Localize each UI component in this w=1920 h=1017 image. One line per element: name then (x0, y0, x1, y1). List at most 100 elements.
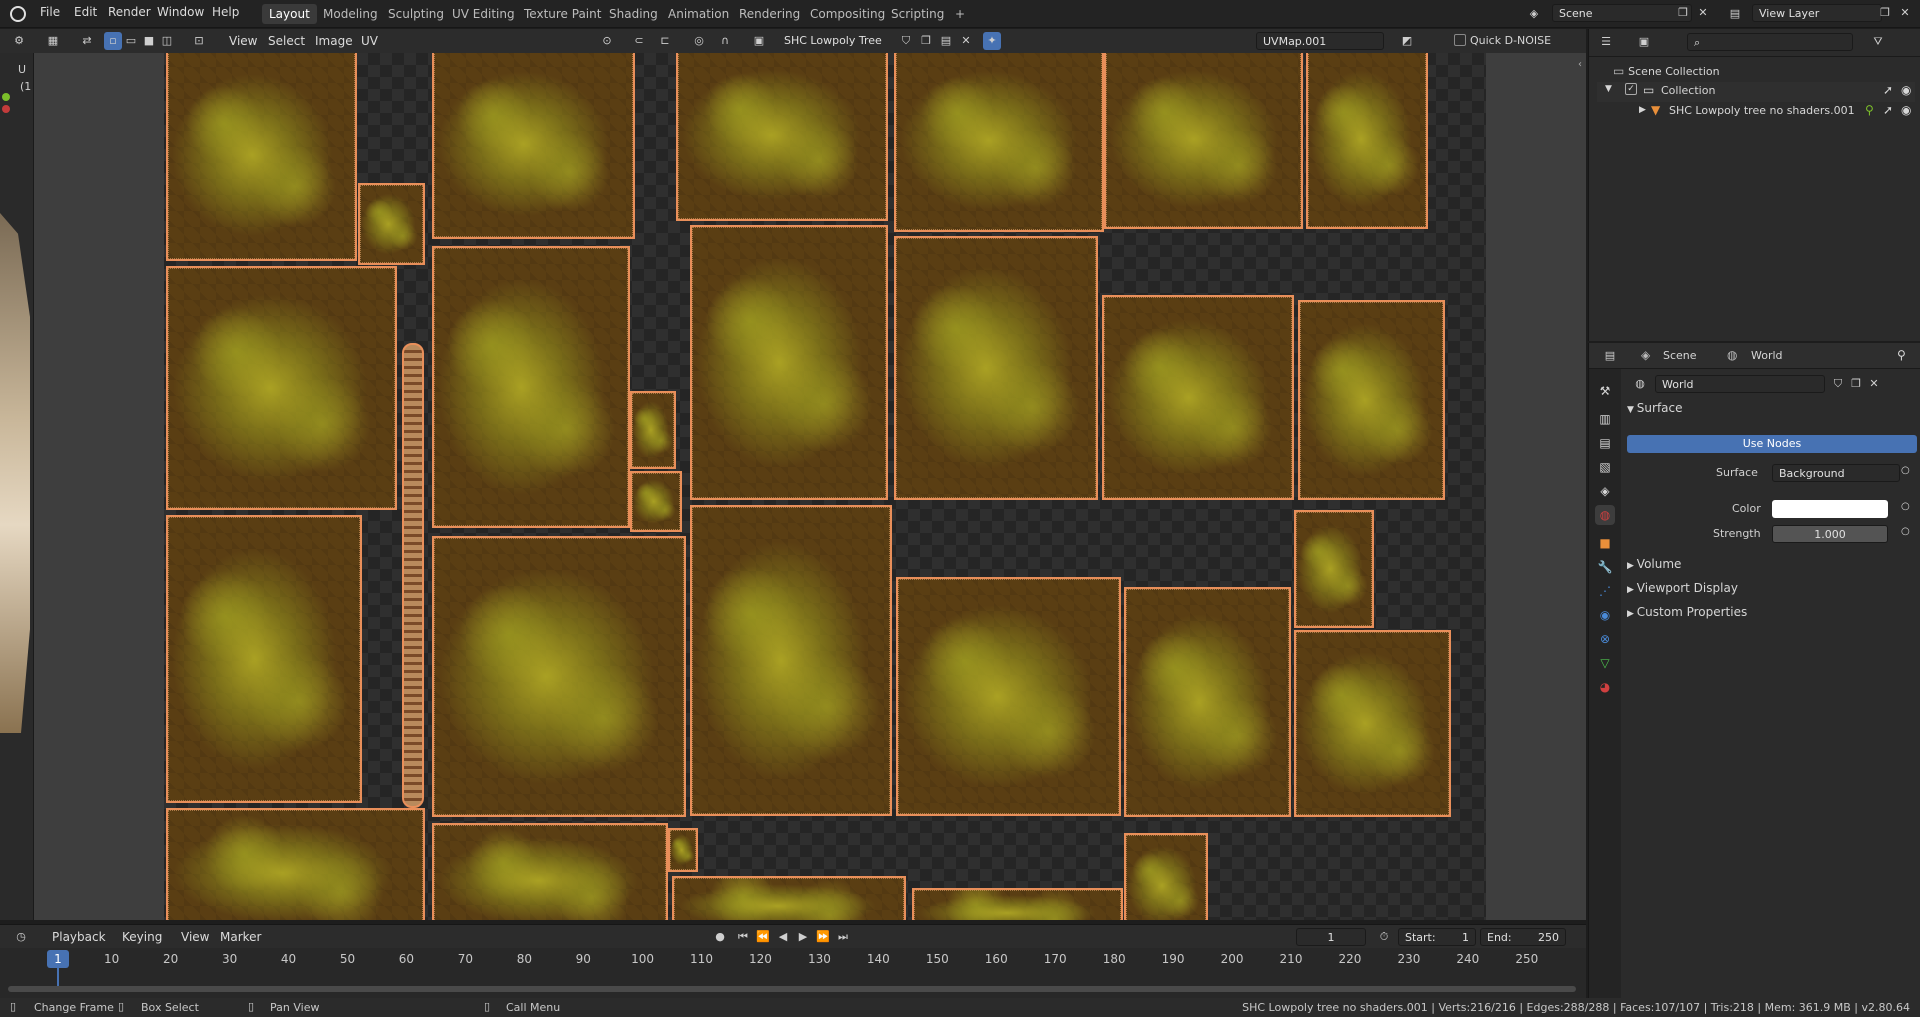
strength-socket-icon[interactable]: ○ (1901, 526, 1910, 537)
uv-island[interactable] (676, 53, 888, 221)
outliner-row-scene-collection[interactable]: ▭ Scene Collection (1613, 64, 1913, 82)
properties-editor-type-icon[interactable]: ▤ (1601, 347, 1619, 365)
record-icon[interactable]: ● (711, 928, 729, 946)
collection-checkbox-icon[interactable]: ✓ (1625, 83, 1637, 95)
tab-compositing[interactable]: Compositing (803, 4, 892, 24)
view-layer-icon[interactable]: ▤ (1726, 5, 1744, 23)
tab-data-icon[interactable]: ▽ (1595, 653, 1615, 673)
uv-island[interactable] (1124, 833, 1208, 920)
timeline-body[interactable]: 10 20 30 40 50 60 70 80 90 100 110 120 130 140 150 160 1… (0, 948, 1586, 998)
proportional-edit-icon[interactable]: ◎ (690, 32, 708, 50)
uv-island[interactable] (630, 471, 682, 532)
uv-island[interactable] (1124, 587, 1291, 817)
edge-select-icon[interactable]: ▭ (122, 32, 140, 50)
tab-render-icon[interactable]: ▥ (1595, 409, 1615, 429)
uv-island[interactable] (1306, 53, 1428, 229)
fake-user-icon[interactable]: ⛉ (897, 32, 915, 50)
timeline-ruler[interactable]: 10 20 30 40 50 60 70 80 90 100 110 120 130 140 150 160 1… (0, 948, 1586, 972)
quick-denoise-button[interactable]: Quick D-NOISE (1450, 32, 1586, 50)
pivot-icon[interactable]: ⊙ (598, 32, 616, 50)
uv-island[interactable] (432, 53, 635, 239)
uv-island[interactable] (166, 53, 357, 261)
uv-menu-image[interactable]: Image (315, 34, 353, 48)
world-name-field[interactable]: World (1655, 375, 1825, 393)
uv-stem-strip[interactable] (402, 343, 424, 808)
uv-island[interactable] (630, 391, 676, 469)
timeline-menu-marker[interactable]: Marker (220, 930, 261, 944)
jump-end-icon[interactable]: ⏭ (834, 928, 852, 946)
new-world-icon[interactable]: ❐ (1847, 375, 1865, 393)
falloff-icon[interactable]: ∩ (716, 32, 734, 50)
tab-physics-icon[interactable]: ◉ (1595, 605, 1615, 625)
tab-animation[interactable]: Animation (661, 4, 736, 24)
timeline-editor-type-icon[interactable]: ◷ (12, 928, 30, 946)
scene-icon[interactable]: ◈ (1525, 5, 1543, 23)
uv-island[interactable] (1298, 300, 1445, 500)
uv-menu-view[interactable]: View (229, 34, 257, 48)
snap-icon[interactable]: ⊂ (630, 32, 648, 50)
tab-particles-icon[interactable]: ⋰ (1595, 581, 1615, 601)
timeline-menu-playback[interactable]: Playback (52, 930, 106, 944)
uv-island[interactable] (432, 823, 668, 920)
close-scene-icon[interactable]: ✕ (1694, 4, 1712, 22)
use-nodes-button[interactable]: Use Nodes (1627, 435, 1917, 453)
uv-island[interactable] (1102, 295, 1294, 500)
tab-shading[interactable]: Shading (602, 4, 665, 24)
volume-panel-header[interactable]: ▶ Volume (1627, 557, 1917, 577)
play-reverse-icon[interactable]: ◀ (774, 928, 792, 946)
uv-island[interactable] (690, 225, 888, 500)
display-mode-icon[interactable]: ▣ (1635, 33, 1653, 51)
blender-logo-icon[interactable] (10, 6, 26, 22)
close-view-layer-icon[interactable]: ✕ (1896, 4, 1914, 22)
uv-island[interactable] (358, 183, 425, 265)
uv-island[interactable] (432, 246, 630, 528)
start-frame-field[interactable]: Start: 1 (1398, 928, 1476, 946)
color-socket-icon[interactable]: ○ (1901, 501, 1910, 512)
frame-cursor[interactable]: 1 (47, 950, 69, 968)
outliner-search-input[interactable]: ⌕ (1687, 33, 1853, 51)
island-select-icon[interactable]: ◫ (158, 32, 176, 50)
denoise-checkbox-icon[interactable] (1454, 34, 1466, 46)
uv-menu-select[interactable]: Select (268, 34, 305, 48)
uv-island[interactable] (894, 236, 1098, 500)
filter-icon[interactable]: ⛛ (1869, 33, 1887, 51)
tab-scene-icon[interactable]: ◈ (1595, 481, 1615, 501)
uvmap-field[interactable]: UVMap.001 (1256, 32, 1384, 50)
tab-texture-paint[interactable]: Texture Paint (517, 4, 608, 24)
image-name-field[interactable]: SHC Lowpoly Tree (778, 32, 894, 50)
uv-editor-viewport[interactable]: ‹ (34, 53, 1586, 920)
timeline-scrollbar[interactable] (8, 986, 1576, 992)
uv-island[interactable] (912, 888, 1123, 920)
uv-island[interactable] (166, 515, 362, 803)
sidebar-toggle-icon[interactable]: ‹ (1578, 59, 1582, 70)
view-layer-field[interactable]: View Layer (1752, 4, 1882, 22)
unlink-world-icon[interactable]: ✕ (1865, 375, 1883, 393)
tab-rendering[interactable]: Rendering (732, 4, 807, 24)
surface-shader-field[interactable]: Background (1772, 464, 1900, 482)
uv-island[interactable] (166, 266, 397, 510)
uv-island[interactable] (668, 828, 698, 872)
outliner-row-object[interactable]: ▶ ▼ SHC Lowpoly tree no shaders.001 ⚲ ➚ … (1597, 102, 1915, 122)
visibility-eye-icon[interactable]: ◉ (1901, 103, 1911, 117)
new-image-icon[interactable]: ❐ (917, 32, 935, 50)
new-view-layer-icon[interactable]: ❐ (1876, 4, 1894, 22)
tab-modeling[interactable]: Modeling (316, 4, 385, 24)
surface-socket-icon[interactable]: ○ (1901, 465, 1910, 476)
visibility-eye-icon[interactable]: ◉ (1901, 83, 1911, 97)
tab-object-icon[interactable]: ■ (1595, 533, 1615, 553)
menu-render[interactable]: Render (108, 5, 151, 19)
strength-field[interactable]: 1.000 (1772, 525, 1888, 543)
current-frame-field[interactable]: 1 (1296, 928, 1366, 946)
snap-mode-icon[interactable]: ⊏ (656, 32, 674, 50)
tab-material-icon[interactable]: ◕ (1595, 677, 1615, 697)
uv-island[interactable] (432, 536, 686, 817)
expand-collection-icon[interactable]: ▼ (1605, 84, 1612, 94)
display-channels-icon[interactable]: ◩ (1398, 32, 1416, 50)
uv-menu-uv[interactable]: UV (361, 34, 378, 48)
editor-type-icon[interactable]: ▦ (44, 32, 62, 50)
outliner-row-collection[interactable]: ▼ ✓ ▭ Collection ➚ ◉ (1597, 82, 1915, 102)
surface-panel-header[interactable]: ▼ Surface (1627, 401, 1917, 421)
timeline-menu-view[interactable]: View (181, 930, 209, 944)
prev-keyframe-icon[interactable]: ⏪ (754, 928, 772, 946)
select-toggle-icon[interactable]: ➚ (1883, 103, 1893, 117)
